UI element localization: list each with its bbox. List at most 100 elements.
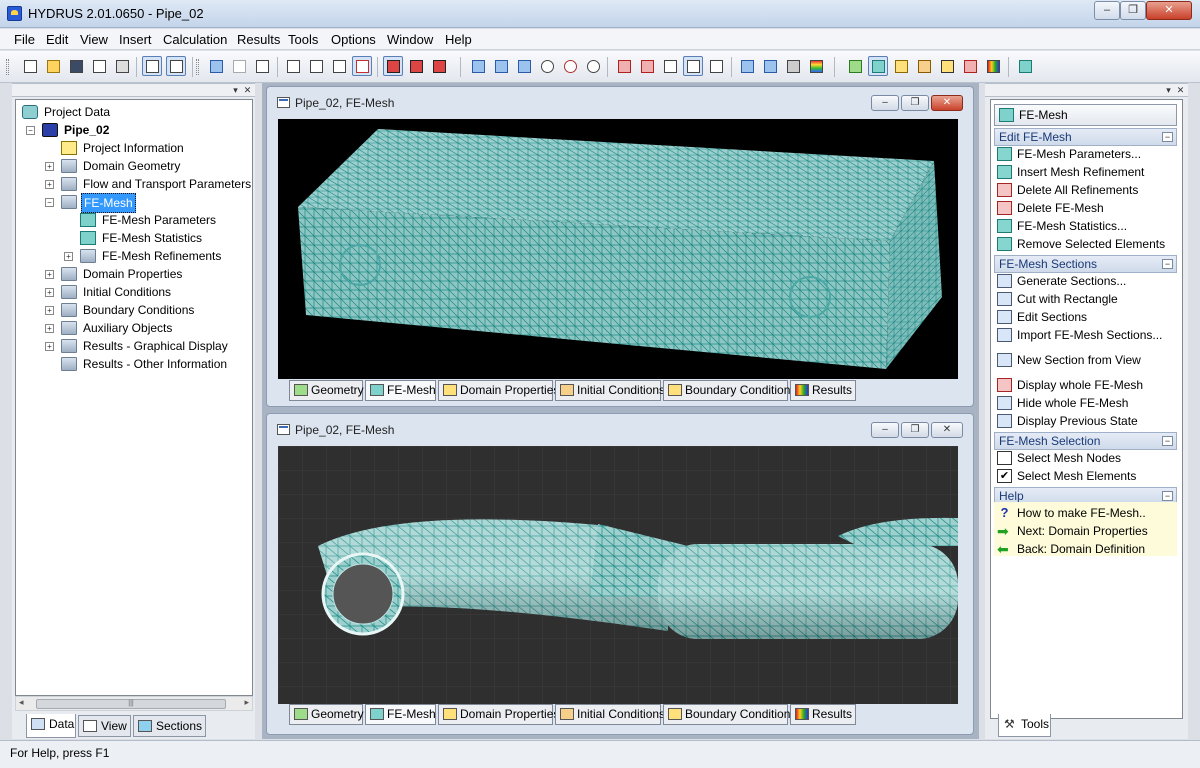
open-folder-icon[interactable] (43, 56, 63, 76)
fe-mesh-statistics-item[interactable]: FE-Mesh Statistics... (995, 217, 1177, 235)
checkbox-checked-icon[interactable]: ✔ (997, 469, 1012, 483)
menu-calculation[interactable]: Calculation (163, 32, 227, 47)
scrollbar-thumb[interactable]: ||| (36, 699, 226, 709)
view-tab-results[interactable]: Results (790, 380, 856, 401)
menu-insert[interactable]: Insert (119, 32, 152, 47)
view-tab-boundary-conditions[interactable]: Boundary Conditions (663, 380, 796, 401)
view-tab-domain-properties[interactable]: Domain Properties (438, 380, 559, 401)
restore-button[interactable]: ❐ (1120, 1, 1146, 20)
insert-point-icon[interactable] (614, 56, 634, 76)
menu-window[interactable]: Window (387, 32, 433, 47)
insert-surface-icon[interactable] (683, 56, 703, 76)
initial-conditions-view-icon[interactable] (914, 56, 934, 76)
view-tab-domain-properties[interactable]: Domain Properties (438, 704, 559, 725)
tab-data[interactable]: Data (26, 714, 76, 738)
collapse-icon[interactable]: − (45, 198, 54, 207)
insert-volume-icon[interactable] (706, 56, 726, 76)
insert-mesh-refinement-item[interactable]: Insert Mesh Refinement (995, 163, 1177, 181)
fe-mesh-header-button[interactable]: FE-Mesh (994, 104, 1177, 126)
toolbar-grip-2[interactable] (196, 59, 199, 75)
scroll-left-icon[interactable]: ◂ (19, 697, 24, 708)
new-file-icon[interactable] (20, 56, 40, 76)
grid-icon[interactable] (283, 56, 303, 76)
move-view-icon[interactable] (383, 56, 403, 76)
viewport-3d-box[interactable] (278, 119, 958, 379)
grid-settings-icon[interactable] (306, 56, 326, 76)
display-whole-fe-mesh-item[interactable]: Display whole FE-Mesh (995, 376, 1177, 394)
expand-icon[interactable]: + (45, 180, 54, 189)
expand-icon[interactable]: + (45, 162, 54, 171)
view-3d-icon[interactable] (737, 56, 757, 76)
fe-mesh-parameters-item[interactable]: FE-Mesh Parameters... (995, 145, 1177, 163)
viewport-3d-pipe[interactable] (278, 446, 958, 704)
back-domain-definition-item[interactable]: ⬅ Back: Domain Definition (995, 540, 1177, 558)
menu-options[interactable]: Options (331, 32, 376, 47)
expand-icon[interactable]: + (45, 324, 54, 333)
child-window-bottom[interactable]: Pipe_02, FE-Mesh ‒ ❐ ✕ Geometry FE-Mesh … (266, 413, 974, 735)
generate-sections-item[interactable]: Generate Sections... (995, 272, 1177, 290)
mesh-lines-icon[interactable] (960, 56, 980, 76)
collapse-icon[interactable]: − (26, 126, 35, 135)
child-close-button[interactable]: ✕ (931, 422, 963, 438)
rotate-axis-icon[interactable] (429, 56, 449, 76)
tab-tools[interactable]: ⚒ Tools (998, 714, 1051, 737)
display-previous-state-item[interactable]: Display Previous State (995, 412, 1177, 430)
select-mesh-elements-checkbox[interactable]: ✔ Select Mesh Elements (995, 467, 1177, 485)
view-tab-fe-mesh[interactable]: FE-Mesh (365, 380, 436, 401)
geometry-view-icon[interactable] (845, 56, 865, 76)
view-tab-initial-conditions[interactable]: Initial Conditions (555, 380, 665, 401)
zoom-selection-icon[interactable] (514, 56, 534, 76)
scroll-right-icon[interactable]: ▸ (244, 697, 249, 708)
new-section-from-view-item[interactable]: New Section from View (995, 351, 1177, 369)
checkbox-unchecked-icon[interactable] (997, 451, 1012, 465)
delete-icon[interactable] (252, 56, 272, 76)
close-button[interactable]: ✕ (1146, 1, 1192, 20)
zoom-in-icon[interactable] (560, 56, 580, 76)
snap-to-grid-icon[interactable] (352, 56, 372, 76)
redo-icon[interactable] (229, 56, 249, 76)
section-fe-mesh-selection[interactable]: FE-Mesh Selection − (994, 432, 1177, 450)
child-minimize-button[interactable]: ‒ (871, 422, 899, 438)
child-window-top[interactable]: Pipe_02, FE-Mesh ‒ ❐ ✕ Geometry FE-Mesh … (266, 86, 974, 407)
fe-mesh-view-icon[interactable] (868, 56, 888, 76)
child-close-button[interactable]: ✕ (931, 95, 963, 111)
section-view-icon[interactable] (760, 56, 780, 76)
domain-properties-view-icon[interactable] (891, 56, 911, 76)
section-edit-fe-mesh[interactable]: Edit FE-Mesh − (994, 128, 1177, 146)
boundary-conditions-view-icon[interactable] (937, 56, 957, 76)
view-tab-boundary-conditions[interactable]: Boundary Conditions (663, 704, 796, 725)
menu-results[interactable]: Results (237, 32, 280, 47)
zoom-extents-icon[interactable] (468, 56, 488, 76)
snap-icon[interactable] (329, 56, 349, 76)
menu-view[interactable]: View (80, 32, 108, 47)
delete-all-refinements-item[interactable]: Delete All Refinements (995, 181, 1177, 199)
menu-file[interactable]: File (14, 32, 35, 47)
view-tab-geometry[interactable]: Geometry (289, 380, 364, 401)
how-to-make-fe-mesh-item[interactable]: ? How to make FE-Mesh.. (995, 504, 1177, 522)
panel-close-icon[interactable]: ✕ (242, 85, 253, 95)
view-tab-initial-conditions[interactable]: Initial Conditions (555, 704, 665, 725)
collapse-section-icon[interactable]: − (1162, 491, 1173, 501)
expand-icon[interactable]: + (45, 288, 54, 297)
show-toolbox-icon[interactable] (166, 56, 186, 76)
child-minimize-button[interactable]: ‒ (871, 95, 899, 111)
view-tab-geometry[interactable]: Geometry (289, 704, 364, 725)
zoom-out-icon[interactable] (537, 56, 557, 76)
expand-icon[interactable]: + (45, 342, 54, 351)
delete-fe-mesh-item[interactable]: Delete FE-Mesh (995, 199, 1177, 217)
remove-selected-elements-item[interactable]: Remove Selected Elements (995, 235, 1177, 253)
zoom-window-icon[interactable] (491, 56, 511, 76)
import-fe-mesh-sections-item[interactable]: Import FE-Mesh Sections... (995, 326, 1177, 344)
hide-whole-fe-mesh-item[interactable]: Hide whole FE-Mesh (995, 394, 1177, 412)
menu-help[interactable]: Help (445, 32, 472, 47)
panel-dropdown-icon[interactable]: ▾ (230, 85, 241, 95)
child-maximize-button[interactable]: ❐ (901, 422, 929, 438)
cut-with-rectangle-item[interactable]: Cut with Rectangle (995, 290, 1177, 308)
results-view-icon[interactable] (983, 56, 1003, 76)
select-mesh-nodes-checkbox[interactable]: Select Mesh Nodes (995, 449, 1177, 467)
edit-sections-item[interactable]: Edit Sections (995, 308, 1177, 326)
print-icon[interactable] (112, 56, 132, 76)
rotate-view-icon[interactable] (406, 56, 426, 76)
tab-sections[interactable]: Sections (133, 715, 206, 737)
view-tab-fe-mesh[interactable]: FE-Mesh (365, 704, 436, 725)
